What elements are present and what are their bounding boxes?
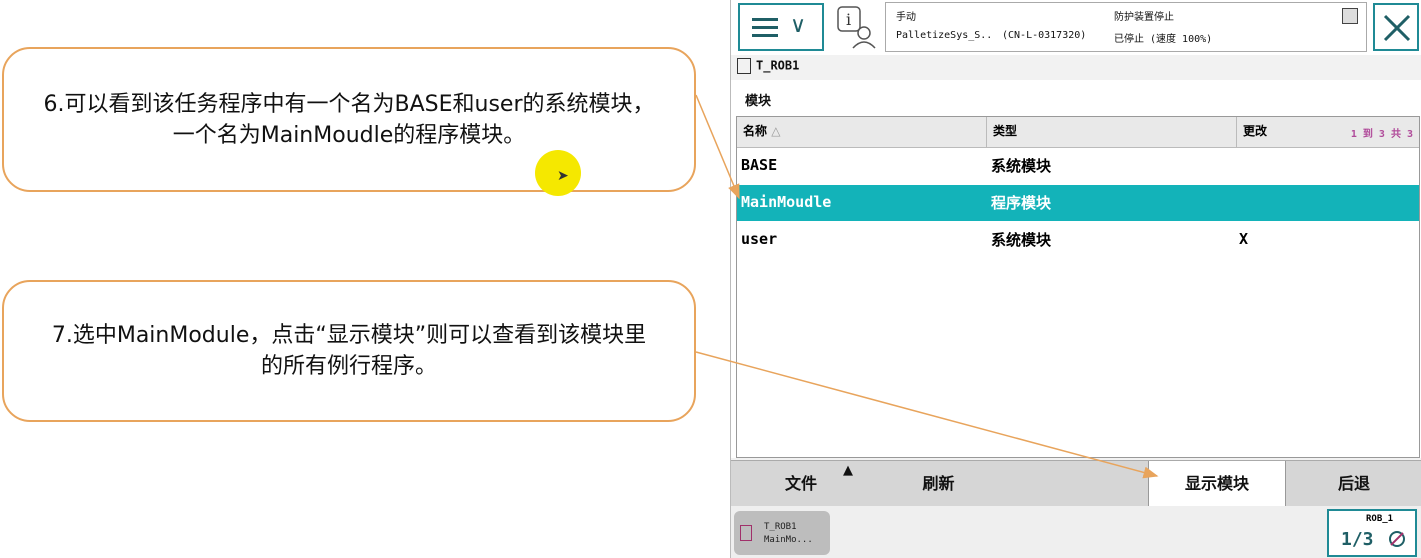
mouse-pointer-icon: ➤ [557,168,569,184]
task-program-icon [737,58,751,74]
show-module-button[interactable]: 显示模块 [1148,461,1286,506]
operator-info-icon[interactable]: i [835,5,877,49]
task-name: T_ROB1 [756,58,800,73]
close-icon [1383,14,1411,42]
column-header-name-label: 名称 [743,124,768,138]
section-title: 模块 [745,94,772,109]
callout-step-7: 7.选中MainModule，点击“显示模块”则可以查看到该模块里 的所有例行程… [2,280,696,422]
callout-step-6-line-2: 一个名为MainMoudle的程序模块。 [172,122,526,148]
refresh-button[interactable]: 刷新 [871,461,1006,506]
status-controller: (CN-L-0317320) [1002,30,1087,41]
row-type: 程序模块 [991,194,1052,212]
task-tab-program-editor[interactable]: T_ROB1 MainMo... [734,511,830,555]
callout-step-7-line-1: 7.选中MainModule，点击“显示模块”则可以查看到该模块里 [51,323,647,348]
table-row[interactable]: BASE 系统模块 [737,148,1419,184]
back-button[interactable]: 后退 [1286,461,1421,506]
task-tab-line-1: T_ROB1 [764,522,797,532]
sort-asc-icon: △ [771,124,781,138]
row-name: BASE [741,156,778,174]
speed-fraction: 1/3 [1341,529,1374,550]
row-name: MainMoudle [741,193,832,211]
row-type: 系统模块 [991,157,1052,175]
row-changed: X [1239,230,1249,248]
chevron-down-icon: ∨ [790,13,807,38]
command-bar: 文件 ▲ 刷新 显示模块 后退 [731,460,1421,506]
status-mode: 手动 [896,12,916,23]
quickset-button[interactable]: ROB_1 1/3 [1327,509,1417,557]
top-bar: ∨ i 手动 PalletizeSys_S.. (CN-L-0317320) 防… [731,0,1421,55]
table-header: 名称 △ 类型 更改 1 到 3 共 3 [737,117,1419,148]
program-editor-icon [740,525,752,541]
column-header-type[interactable]: 类型 [987,117,1237,147]
robot-unit-label: ROB_1 [1366,514,1394,524]
quickset-gear-icon [1389,531,1405,547]
caret-up-icon: ▲ [843,463,853,478]
flexpendant-window: ∨ i 手动 PalletizeSys_S.. (CN-L-0317320) 防… [730,0,1421,558]
callout-step-6-line-1: 6.可以看到该任务程序中有一个名为BASE和user的系统模块， [43,91,655,117]
svg-text:i: i [846,10,851,29]
column-header-name[interactable]: 名称 △ [737,117,987,147]
row-type: 系统模块 [991,231,1052,249]
callout-step-7-line-2: 的所有例行程序。 [260,354,437,379]
status-state: 已停止 (速度 100%) [1114,34,1213,45]
status-system: PalletizeSys_S.. [896,30,993,41]
task-breadcrumb: T_ROB1 [737,58,799,74]
callout-step-6: 6.可以看到该任务程序中有一个名为BASE和user的系统模块， 一个名为Mai… [2,47,696,192]
hamburger-menu-icon [752,18,778,38]
row-name: user [741,230,778,248]
program-status-icon [1342,8,1358,24]
task-tab-line-2: MainMo... [764,535,813,545]
file-menu-label: 文件 [784,474,817,493]
module-table: 名称 △ 类型 更改 1 到 3 共 3 BASE 系统模块 MainMoudl… [736,116,1420,458]
main-menu-button[interactable]: ∨ [738,3,824,51]
pager-text: 1 到 3 共 3 [1350,129,1413,140]
taskbar: T_ROB1 MainMo... ROB_1 1/3 [731,506,1421,558]
module-panel: 模块 名称 △ 类型 更改 1 到 3 共 3 BASE 系统模块 MainMo… [731,80,1421,458]
close-button[interactable] [1373,3,1419,51]
status-guard: 防护装置停止 [1114,12,1174,23]
table-row-selected[interactable]: MainMoudle 程序模块 [737,185,1419,221]
column-header-changed-label: 更改 [1243,124,1268,138]
table-row[interactable]: user 系统模块 X [737,222,1419,258]
status-bar[interactable]: 手动 PalletizeSys_S.. (CN-L-0317320) 防护装置停… [885,2,1367,52]
